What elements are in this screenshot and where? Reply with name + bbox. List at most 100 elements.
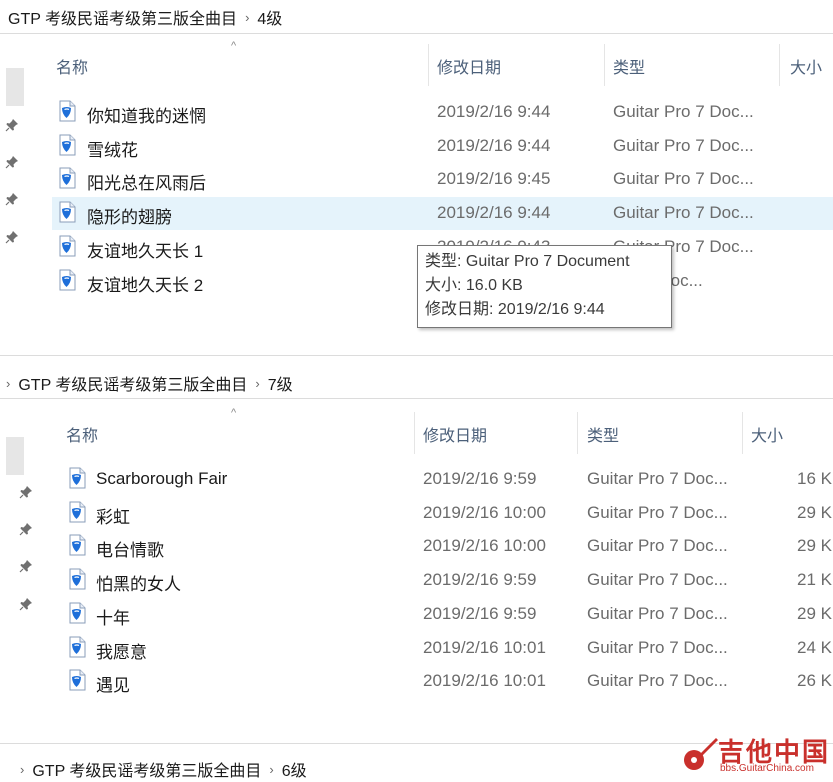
file-row[interactable]: 十年 2019/2/16 9:59 Guitar Pro 7 Doc... 29 K [62, 598, 833, 631]
file-type: Guitar Pro 7 Doc... [587, 570, 728, 590]
file-name: 你知道我的迷惘 [87, 107, 206, 126]
file-name: 雪绒花 [87, 140, 138, 160]
file-row[interactable]: 隐形的翅膀 2019/2/16 9:44 Guitar Pro 7 Doc... [52, 197, 833, 231]
file-row[interactable]: 电台情歌 2019/2/16 10:00 Guitar Pro 7 Doc... 29… [62, 530, 833, 563]
file-size: 16 K [797, 469, 832, 488]
divider [0, 355, 833, 356]
watermark-subtitle: bbs.GuitarChina.com [720, 763, 814, 774]
column-header-size[interactable]: 大小 [751, 422, 783, 446]
file-name: 彩虹 [96, 507, 130, 527]
chevron-right-icon[interactable]: › [6, 376, 10, 391]
pin-icon[interactable] [19, 559, 33, 573]
guitar-pro-file-icon [58, 269, 76, 291]
column-header-name[interactable]: 名称 [56, 54, 88, 78]
file-row[interactable]: 怕黑的女人 2019/2/16 9:59 Guitar Pro 7 Doc... 21… [62, 564, 833, 597]
tooltip-size: 大小: 16.0 KB [425, 277, 523, 294]
breadcrumb-panel-6: › GTP 考级民谣考级第三版全曲目 › 6级 [20, 757, 307, 781]
column-header-type[interactable]: 类型 [587, 422, 619, 446]
column-header-date[interactable]: 修改日期 [423, 422, 487, 446]
breadcrumb-folder[interactable]: GTP 考级民谣考级第三版全曲目 [8, 5, 237, 29]
file-type: Guitar Pro 7 Doc... [587, 536, 728, 556]
file-date: 2019/2/16 10:01 [423, 637, 546, 657]
file-name: 我愿意 [96, 642, 147, 662]
guitar-pro-file-icon [68, 602, 86, 624]
file-row[interactable]: 阳光总在风雨后 2019/2/16 9:45 Guitar Pro 7 Doc... [52, 163, 833, 196]
file-size: 24 K [797, 637, 832, 657]
guitar-logo-icon [684, 738, 718, 770]
file-date: 2019/2/16 9:44 [437, 135, 551, 155]
pin-icon[interactable] [19, 597, 33, 611]
file-type: Guitar Pro 7 Doc... [587, 603, 728, 623]
column-divider[interactable] [577, 412, 578, 454]
file-size: 29 K [797, 603, 832, 623]
tooltip-type: 类型: Guitar Pro 7 Document [425, 253, 630, 270]
file-name: 十年 [96, 608, 130, 628]
file-date: 2019/2/16 10:00 [423, 502, 546, 522]
file-type: Guitar Pro 7 Doc... [587, 637, 728, 657]
breadcrumb-panel-4: GTP 考级民谣考级第三版全曲目 › 4级 [8, 5, 282, 29]
breadcrumb-current[interactable]: 4级 [257, 5, 282, 29]
guitar-pro-file-icon [58, 201, 76, 223]
guitar-pro-file-icon [68, 467, 86, 489]
file-type: Guitar Pro 7 Doc... [587, 469, 728, 488]
breadcrumb-current[interactable]: 7级 [268, 371, 293, 395]
file-size: 26 K [797, 671, 832, 691]
file-name: 隐形的翅膀 [87, 208, 172, 228]
pin-icon[interactable] [5, 230, 19, 244]
breadcrumb-current[interactable]: 6级 [282, 757, 307, 781]
file-size: 21 K [797, 570, 832, 590]
file-name: 怕黑的女人 [96, 575, 181, 595]
file-row[interactable]: 遇见 2019/2/16 10:01 Guitar Pro 7 Doc... 26 K [62, 665, 833, 698]
column-header-name[interactable]: 名称 [66, 422, 98, 446]
nav-pane-scrollbar[interactable] [6, 68, 24, 106]
column-header-type[interactable]: 类型 [613, 54, 645, 78]
watermark-logo: 吉他中国 bbs.GuitarChina.com [680, 732, 830, 777]
file-date: 2019/2/16 9:45 [437, 169, 551, 189]
guitar-pro-file-icon [58, 134, 76, 156]
file-date: 2019/2/16 9:59 [423, 469, 537, 488]
column-divider[interactable] [428, 44, 429, 86]
guitar-pro-file-icon [68, 534, 86, 556]
breadcrumb-folder[interactable]: GTP 考级民谣考级第三版全曲目 [32, 757, 261, 781]
chevron-right-icon: › [245, 9, 250, 25]
nav-pane-scrollbar[interactable] [6, 437, 24, 475]
chevron-right-icon: › [255, 375, 260, 391]
column-divider[interactable] [742, 412, 743, 454]
file-row[interactable]: 我愿意 2019/2/16 10:01 Guitar Pro 7 Doc... 24 … [62, 632, 833, 665]
pin-icon[interactable] [19, 485, 33, 499]
file-name: 友谊地久天长 1 [87, 241, 204, 261]
column-divider[interactable] [779, 44, 780, 86]
file-name: 电台情歌 [96, 541, 164, 561]
column-divider[interactable] [604, 44, 605, 86]
file-type: Guitar Pro 7 Doc... [613, 102, 754, 121]
guitar-pro-file-icon [68, 568, 86, 590]
pin-icon[interactable] [5, 118, 19, 132]
tooltip-date: 修改日期: 2019/2/16 9:44 [425, 301, 605, 318]
file-name: 友谊地久天长 2 [87, 275, 204, 295]
chevron-right-icon: › [269, 761, 274, 777]
breadcrumb-folder[interactable]: GTP 考级民谣考级第三版全曲目 [18, 371, 247, 395]
file-row[interactable]: 雪绒花 2019/2/16 9:44 Guitar Pro 7 Doc... [52, 130, 833, 163]
divider [0, 33, 833, 34]
file-type: Guitar Pro 7 Doc... [587, 671, 728, 691]
file-type: Guitar Pro 7 Doc... [613, 135, 754, 155]
column-header-size[interactable]: 大小 [790, 54, 822, 78]
file-date: 2019/2/16 10:01 [423, 671, 546, 691]
file-date: 2019/2/16 10:00 [423, 536, 546, 556]
pin-icon[interactable] [5, 155, 19, 169]
file-size: 29 K [797, 502, 832, 522]
file-type: Guitar Pro 7 Doc... [587, 502, 728, 522]
guitar-pro-file-icon [58, 167, 76, 189]
guitar-pro-file-icon [58, 235, 76, 257]
column-divider[interactable] [414, 412, 415, 454]
file-name: Scarborough Fair [96, 469, 228, 488]
pin-icon[interactable] [5, 192, 19, 206]
file-row[interactable]: Scarborough Fair 2019/2/16 9:59 Guitar Pro… [62, 463, 833, 496]
file-row[interactable]: 彩虹 2019/2/16 10:00 Guitar Pro 7 Doc... 29 K [62, 497, 833, 530]
chevron-right-icon[interactable]: › [20, 762, 24, 777]
column-header-date[interactable]: 修改日期 [437, 54, 501, 78]
file-row[interactable]: 你知道我的迷惘 2019/2/16 9:44 Guitar Pro 7 Doc... [52, 96, 833, 129]
file-size: 29 K [797, 536, 832, 556]
sort-ascending-icon: ^ [231, 407, 237, 419]
pin-icon[interactable] [19, 522, 33, 536]
